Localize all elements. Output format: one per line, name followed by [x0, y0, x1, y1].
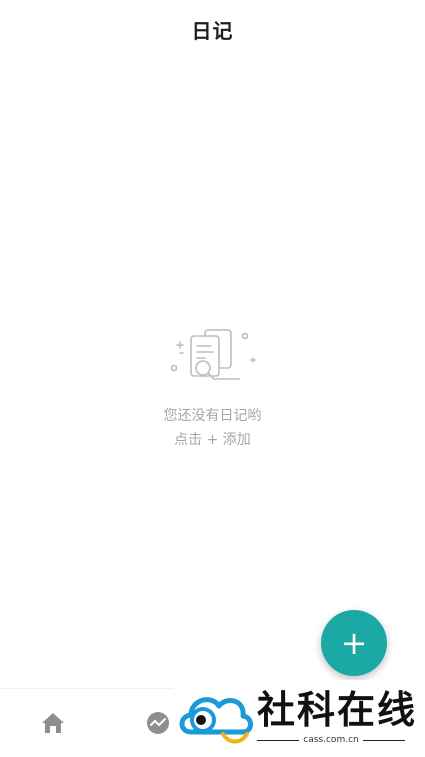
watermark-logo: 社科在线 cass.com.cn	[173, 680, 425, 756]
document-search-illustration	[170, 329, 256, 380]
add-diary-button[interactable]: +	[321, 610, 387, 676]
chart-circle-icon	[147, 712, 169, 734]
watermark-brand: 社科在线	[257, 688, 418, 732]
empty-message: 您还没有日记哟	[163, 408, 262, 424]
cloud-eye-logo	[179, 697, 253, 744]
plus-icon: +	[340, 624, 368, 662]
empty-state: 您还没有日记哟 点击 + 添加	[0, 326, 425, 452]
watermark-domain: cass.com.cn	[303, 735, 359, 745]
watermark-domain-row: cass.com.cn	[257, 735, 405, 745]
empty-hint: 点击 + 添加	[174, 432, 251, 448]
home-icon	[42, 713, 64, 733]
app-header: 日记	[0, 0, 425, 58]
page-title: 日记	[191, 18, 234, 43]
tab-home[interactable]	[13, 689, 93, 757]
